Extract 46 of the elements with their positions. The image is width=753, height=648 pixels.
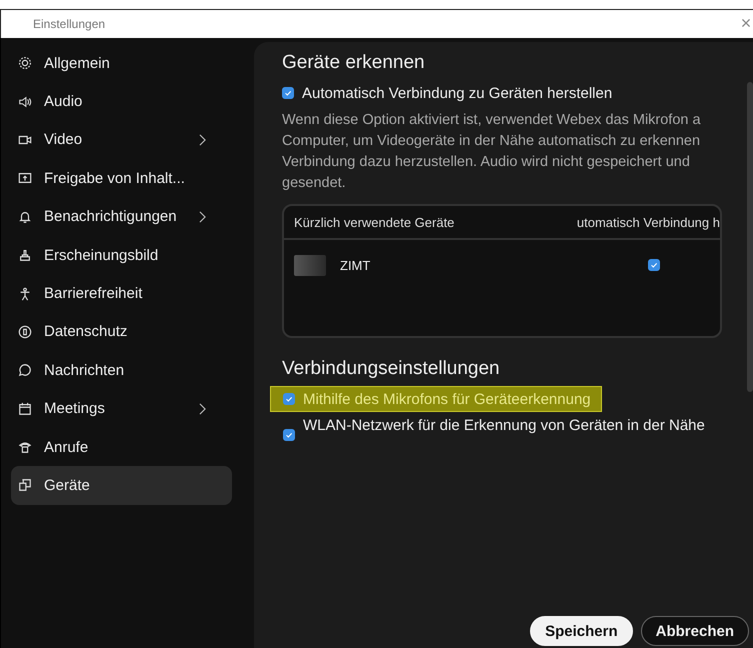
- sidebar-item[interactable]: Meetings: [11, 390, 232, 428]
- gear-icon: [18, 56, 32, 70]
- accessibility-icon: [18, 286, 32, 301]
- close-button[interactable]: ×: [739, 12, 753, 36]
- checkmark-icon: [284, 394, 294, 404]
- checkbox-label: Mithilfe des Mikrofons für Geräteerkennung: [303, 390, 591, 408]
- sidebar-item[interactable]: Barrierefreiheit: [11, 274, 232, 313]
- column-header: utomatisch Verbindung h: [576, 214, 720, 230]
- sidebar-item[interactable]: Datenschutz: [11, 312, 232, 352]
- sidebar-item[interactable]: Erscheinungsbild: [11, 236, 232, 274]
- calendar-icon: [18, 402, 32, 416]
- checkmark-icon: [284, 430, 294, 440]
- device-name: ZIMT: [340, 258, 372, 272]
- bell-icon: [18, 210, 32, 224]
- window-title: Einstellungen: [33, 17, 106, 31]
- sidebar-item[interactable]: Allgemein: [11, 44, 232, 82]
- devices-icon: [18, 478, 32, 492]
- cancel-button[interactable]: Abbrechen: [640, 616, 749, 646]
- checkmark-icon: [283, 88, 293, 98]
- chat-bubble-icon: [18, 363, 32, 378]
- sidebar-item[interactable]: Anrufe: [11, 428, 232, 466]
- description-text: Wenn diese Option aktiviert ist, verwendet Webex das Mikrofon a: [282, 111, 702, 130]
- section-heading: Verbindungseinstellungen: [282, 358, 501, 380]
- section-heading: Geräte erkennen: [282, 52, 426, 74]
- screen-share-icon: [18, 171, 32, 186]
- column-header: Kürzlich verwendete Geräte: [294, 214, 454, 230]
- checkbox[interactable]: [283, 393, 295, 405]
- description-text: gesendet.: [282, 174, 347, 193]
- description-text: Verbindung dazu herzustellen. Audio wird nicht gespeichert und: [282, 153, 691, 172]
- sidebar-item[interactable]: Freigabe von Inhalt...: [11, 159, 232, 198]
- checkbox[interactable]: [282, 87, 294, 99]
- device-thumbnail: [294, 254, 326, 276]
- checkbox-label: WLAN-Netzwerk für die Erkennung von Geräten in der Nähe: [303, 417, 705, 434]
- sidebar-item[interactable]: Audio: [11, 82, 232, 121]
- save-button[interactable]: Speichern: [530, 616, 633, 646]
- checkbox-label: Automatisch Verbindung zu Geräten herstellen: [302, 84, 612, 102]
- scrollbar[interactable]: [747, 82, 753, 392]
- sidebar-item[interactable]: Nachrichten: [11, 351, 232, 390]
- description-text: Computer, um Videogeräte in der Nähe automatisch zu erkennen: [282, 132, 702, 151]
- checkbox[interactable]: [283, 429, 295, 441]
- sidebar-item[interactable]: Geräte: [11, 466, 232, 505]
- checkbox[interactable]: [648, 259, 660, 271]
- sidebar-item[interactable]: Video: [11, 120, 232, 160]
- speaker-icon: [18, 94, 32, 109]
- checkmark-icon: [649, 260, 659, 270]
- sidebar-item[interactable]: Benachrichtigungen: [11, 198, 232, 236]
